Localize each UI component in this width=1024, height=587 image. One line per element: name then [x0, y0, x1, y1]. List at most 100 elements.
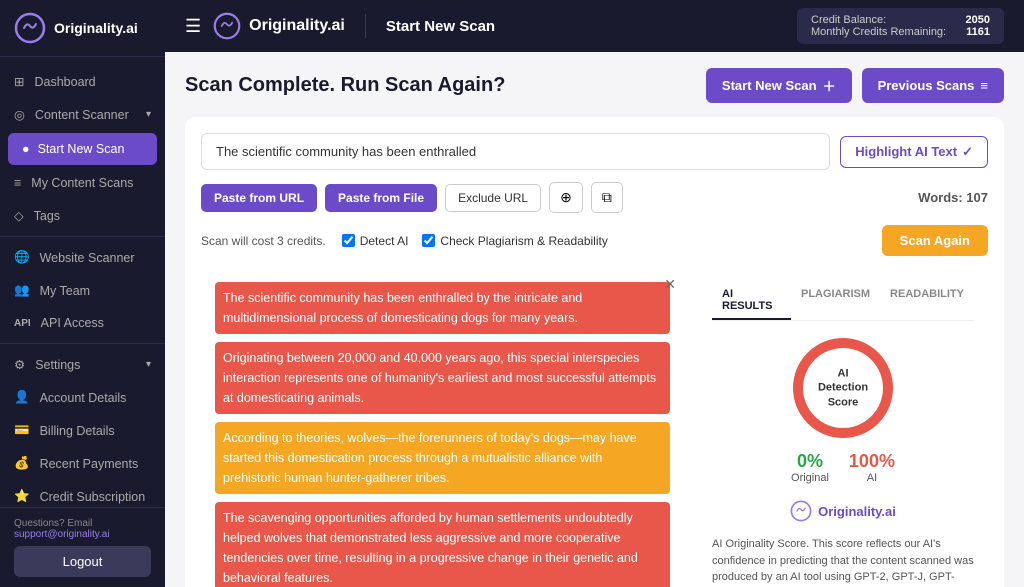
tab-ai-results[interactable]: AI RESULTS — [712, 282, 791, 320]
score-area: AI Detection Score 0% Original 100% — [712, 333, 974, 587]
donut-score-label-line1: AI Detection — [816, 367, 871, 396]
monthly-credits-value: 1161 — [966, 26, 990, 38]
tab-plagiarism[interactable]: PLAGIARISM — [791, 282, 880, 320]
sidebar-item-my-content-scans[interactable]: ≡ My Content Scans — [0, 167, 165, 199]
score-values: 0% Original 100% AI — [791, 451, 895, 484]
results-panel: AI RESULTS PLAGIARISM READABILITY — [698, 268, 988, 587]
copy-icon: ⧉ — [602, 189, 612, 205]
topbar-brand-name: Originality.ai — [249, 17, 345, 35]
score-description: AI Originality Score. This score reflect… — [712, 536, 974, 587]
sidebar-item-billing-details[interactable]: 💳 Billing Details — [0, 414, 165, 447]
chevron-settings-icon: ▾ — [146, 359, 151, 370]
originality-brand-name: Originality.ai — [818, 504, 896, 519]
logout-button[interactable]: Logout — [14, 546, 151, 577]
scan-text-input[interactable] — [201, 133, 830, 170]
api-icon: API — [14, 318, 31, 329]
credit-icon: ⭐ — [14, 489, 30, 504]
sidebar-content-scanner-label: Content Scanner — [35, 108, 129, 122]
monthly-credits-row: Monthly Credits Remaining: 1161 — [811, 26, 990, 38]
sidebar-item-api-access[interactable]: API API Access — [0, 307, 165, 339]
sidebar-item-recent-payments[interactable]: 💰 Recent Payments — [0, 447, 165, 480]
sidebar-footer: Questions? Email support@originality.ai … — [0, 507, 165, 587]
add-icon-button[interactable]: ⊕ — [549, 182, 583, 213]
credit-balance-value: 2050 — [966, 14, 990, 26]
recent-payments-label: Recent Payments — [40, 457, 139, 471]
donut-score-label-line2: Score — [816, 395, 871, 409]
sidebar-item-start-new-scan[interactable]: ● Start New Scan — [8, 133, 157, 165]
list-icon: ≡ — [14, 176, 21, 190]
scan-info-row: Scan will cost 3 credits. Detect AI Chec… — [201, 225, 988, 256]
highlight-btn-label: Highlight AI Text — [855, 144, 957, 159]
tab-readability[interactable]: READABILITY — [880, 282, 974, 320]
sidebar: Originality.ai ⊞ Dashboard ◎ Content Sca… — [0, 0, 165, 587]
checkbox-group: Detect AI Check Plagiarism & Readability — [342, 234, 608, 248]
word-count: Words: 107 — [918, 190, 988, 205]
website-scanner-label: Website Scanner — [40, 251, 135, 265]
monthly-credits-label: Monthly Credits Remaining: — [811, 26, 946, 38]
plagiarism-checkbox-label[interactable]: Check Plagiarism & Readability — [422, 234, 607, 248]
sidebar-divider — [0, 236, 165, 237]
sidebar-item-content-scanner[interactable]: ◎ Content Scanner ▾ — [0, 98, 165, 131]
checkmark-icon: ✓ — [962, 144, 973, 160]
sidebar-item-dashboard-label: Dashboard — [34, 75, 95, 89]
text-panel: ✕ The scientific community has been enth… — [201, 268, 684, 587]
sidebar-item-my-team[interactable]: 👥 My Team — [0, 274, 165, 307]
plus-circle-icon: ⊕ — [560, 189, 572, 205]
sidebar-item-website-scanner[interactable]: 🌐 Website Scanner — [0, 241, 165, 274]
topbar-logo-icon — [213, 12, 241, 40]
api-access-label: API Access — [41, 316, 104, 330]
topbar-credits: Credit Balance: 2050 Monthly Credits Rem… — [797, 8, 1004, 44]
sidebar-item-account-details[interactable]: 👤 Account Details — [0, 381, 165, 414]
topbar-scan-title: Start New Scan — [386, 18, 495, 35]
support-email-link[interactable]: support@originality.ai — [14, 529, 110, 540]
credit-balance-label: Credit Balance: — [811, 14, 886, 26]
plagiarism-checkbox[interactable] — [422, 234, 435, 247]
copy-icon-button[interactable]: ⧉ — [591, 182, 623, 213]
payments-icon: 💰 — [14, 456, 30, 471]
topbar-logo-area: Originality.ai — [213, 12, 345, 40]
exclude-url-button[interactable]: Exclude URL — [445, 184, 541, 212]
text-block-3-content: According to theories, wolves—the foreru… — [223, 431, 637, 485]
menu-icon[interactable]: ☰ — [185, 16, 201, 37]
scan-cost-text: Scan will cost 3 credits. — [201, 234, 326, 248]
close-button[interactable]: ✕ — [664, 276, 676, 293]
team-icon: 👥 — [14, 283, 30, 298]
originality-brand: Originality.ai — [790, 500, 896, 522]
settings-icon: ⚙ — [14, 357, 25, 372]
scan-again-button[interactable]: Scan Again — [882, 225, 988, 256]
tags-label: Tags — [34, 209, 60, 223]
paste-from-url-button[interactable]: Paste from URL — [201, 184, 317, 212]
sidebar-navigation: ⊞ Dashboard ◎ Content Scanner ▾ ● Start … — [0, 57, 165, 507]
scanner-panel: Highlight AI Text ✓ Paste from URL Paste… — [185, 117, 1004, 587]
billing-icon: 💳 — [14, 423, 30, 438]
sidebar-header: Originality.ai — [0, 0, 165, 57]
donut-chart: AI Detection Score — [788, 333, 898, 443]
dashboard-icon: ⊞ — [14, 74, 24, 89]
text-block-4: The scavenging opportunities afforded by… — [215, 502, 670, 587]
content-area: Scan Complete. Run Scan Again? Start New… — [165, 52, 1024, 587]
sidebar-item-dashboard[interactable]: ⊞ Dashboard — [0, 65, 165, 98]
sidebar-item-settings[interactable]: ⚙ Settings ▾ — [0, 348, 165, 381]
circle-icon: ● — [22, 142, 30, 156]
page-header-actions: Start New Scan ＋ Previous Scans ≡ — [706, 68, 1004, 103]
text-block-1-content: The scientific community has been enthra… — [223, 291, 582, 325]
sidebar-item-credit-subscription[interactable]: ⭐ Credit Subscription — [0, 480, 165, 507]
original-label: Original — [791, 472, 829, 484]
ai-pct: 100% — [849, 451, 895, 472]
sidebar-logo-icon — [14, 12, 46, 44]
highlight-ai-text-button[interactable]: Highlight AI Text ✓ — [840, 136, 988, 168]
scanner-icon: ◎ — [14, 107, 25, 122]
previous-scans-button[interactable]: Previous Scans ≡ — [862, 68, 1004, 103]
topbar-divider — [365, 14, 366, 38]
start-new-scan-button[interactable]: Start New Scan ＋ — [706, 68, 852, 103]
sidebar-item-tags[interactable]: ◇ Tags — [0, 199, 165, 232]
sidebar-divider-2 — [0, 343, 165, 344]
previous-scans-btn-label: Previous Scans — [878, 78, 975, 93]
paste-from-file-button[interactable]: Paste from File — [325, 184, 437, 212]
detect-ai-checkbox-label[interactable]: Detect AI — [342, 234, 409, 248]
plagiarism-label: Check Plagiarism & Readability — [440, 234, 607, 248]
ai-label: AI — [849, 472, 895, 484]
credit-subscription-label: Credit Subscription — [40, 490, 146, 504]
text-block-2: Originating between 20,000 and 40,000 ye… — [215, 342, 670, 414]
detect-ai-checkbox[interactable] — [342, 234, 355, 247]
